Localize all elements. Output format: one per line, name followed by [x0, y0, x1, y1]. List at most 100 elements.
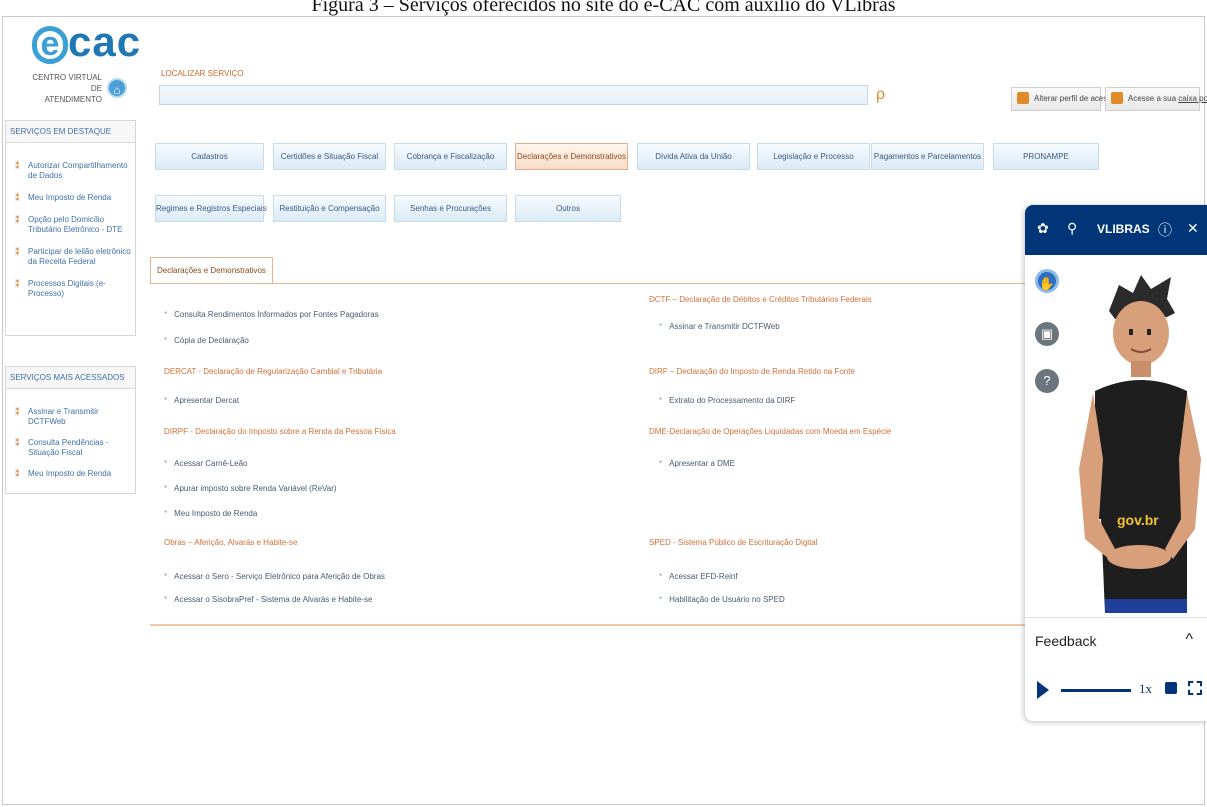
category-pagamentos[interactable]: Pagamentos e Parcelamentos [871, 143, 984, 170]
service-bullet-icon: ⁑ [15, 247, 20, 257]
sidebar-item[interactable]: ⁑ Consulta Pendências - Situação Fiscal [6, 438, 135, 458]
service-link[interactable]: * Apresentar a DME [659, 459, 735, 468]
sidebar-item[interactable]: ⁑ Participar de leilão eletrônico da Rece… [6, 247, 135, 267]
close-icon[interactable]: ✕ [1187, 220, 1199, 237]
category-certidoes[interactable]: Certidões e Situação Fiscal [273, 143, 386, 170]
sign-language-avatar [1079, 275, 1201, 613]
vlibras-widget: ✿ ⚲ VLIBRAS ⓘ ✕ ✋ ▣ ? gov.br Feedback ^ … [1025, 205, 1207, 721]
sidebar-item-label: Meu Imposto de Renda [28, 193, 112, 202]
sidebar-highlighted-services: SERVIÇOS EM DESTAQUE ⁑ Autorizar Comparti… [5, 120, 136, 336]
service-link-label: Meu Imposto de Renda [174, 509, 258, 518]
service-link-label: Assinar e Transmitir DCTFWeb [669, 322, 780, 331]
link-bullet-icon: * [659, 572, 663, 581]
dictionary-icon[interactable]: ▣ [1035, 322, 1059, 346]
service-link[interactable]: * Meu Imposto de Renda [164, 509, 257, 518]
tab-declaracoes[interactable]: Declarações e Demonstrativos [150, 257, 273, 284]
fullscreen-icon[interactable] [1188, 681, 1202, 695]
service-link-label: Cópia de Declaração [174, 336, 249, 345]
avatar-neck [1131, 361, 1151, 377]
sidebar-item[interactable]: ⁑ Opção pelo Domicílio Tributário Eletrôn… [6, 215, 135, 235]
vlibras-player: 1x [1025, 663, 1207, 721]
category-regimes[interactable]: Regimes e Registros Especiais [155, 195, 267, 222]
category-pronampe[interactable]: PRONAMPE [993, 143, 1099, 170]
sidebar-item[interactable]: ⁑ Autorizar Compartilhamento de Dados [6, 161, 135, 181]
progress-track[interactable] [1061, 689, 1131, 692]
logo-subtitle: CENTRO VIRTUAL DE ATENDIMENTO [32, 72, 102, 105]
feedback-bar[interactable]: Feedback ^ [1025, 617, 1207, 663]
service-link[interactable]: * Acessar EFD-Reinf [659, 572, 738, 581]
info-icon[interactable]: ⓘ [1158, 220, 1172, 240]
category-legislacao[interactable]: Legislação e Processo [757, 143, 870, 170]
sidebar-item-label: Processos Digitais (e-Processo) [28, 279, 106, 298]
service-link[interactable]: * Apurar imposto sobre Renda Variável (Re… [164, 484, 337, 493]
section-title-dme: DME-Declaração de Operações Liquidadas c… [649, 427, 892, 436]
service-link[interactable]: * Cópia de Declaração [164, 336, 249, 345]
avatar-hands [1107, 545, 1171, 569]
sidebar-item-label: Opção pelo Domicílio Tributário Eletrôni… [28, 215, 123, 234]
sidebar-item-label: Meu Imposto de Renda [28, 469, 112, 478]
sidebar-item[interactable]: ⁑ Meu Imposto de Renda [6, 469, 135, 479]
hand-sign-icon[interactable]: ✋ [1035, 269, 1059, 293]
link-bullet-icon: * [164, 595, 168, 604]
category-cadastros[interactable]: Cadastros [155, 143, 264, 170]
link-bullet-icon: * [164, 396, 168, 405]
link-bullet-icon: * [164, 572, 168, 581]
sidebar-item[interactable]: ⁑ Processos Digitais (e-Processo) [6, 279, 135, 299]
avatar-right-eye [1147, 329, 1151, 335]
sidebar-item-label: Participar de leilão eletrônico da Recei… [28, 247, 131, 266]
help-icon[interactable]: ? [1035, 369, 1059, 393]
link-bullet-icon: * [164, 509, 168, 518]
service-bullet-icon: ⁑ [15, 193, 20, 203]
sidebar-most-accessed: SERVIÇOS MAIS ACESSADOS ⁑ Assinar e Trans… [5, 366, 136, 494]
service-link[interactable]: * Extrato do Processamento da DIRF [659, 396, 795, 405]
ecac-logo[interactable]: e cac CENTRO VIRTUAL DE ATENDIMENTO ⌂ [32, 18, 140, 106]
category-restituicao[interactable]: Restituição e Compensação [273, 195, 386, 222]
search-input[interactable] [159, 85, 868, 105]
play-icon[interactable] [1037, 681, 1049, 699]
service-link-label: Extrato do Processamento da DIRF [669, 396, 796, 405]
link-bullet-icon: * [659, 396, 663, 405]
speed-toggle[interactable]: 1x [1139, 681, 1152, 697]
service-link[interactable]: * Acessar o SisobraPref - Sistema de Alva… [164, 595, 372, 604]
service-bullet-icon: ⁑ [15, 438, 20, 448]
service-link[interactable]: * Habilitação de Usuário no SPED [659, 595, 785, 604]
change-profile-button[interactable]: Alterar perfil de acesso [1011, 87, 1116, 111]
vlibras-title: VLIBRAS [1097, 222, 1150, 236]
link-bullet-icon: * [659, 459, 663, 468]
service-link-label: Acessar o Sero - Serviço Eletrônico para… [174, 572, 385, 581]
service-link[interactable]: * Consulta Rendimentos Informados por Fon… [164, 310, 379, 319]
link-bullet-icon: * [659, 322, 663, 331]
mailbox-button[interactable]: Acesse a sua caixa postal [1105, 87, 1207, 111]
section-title-dirf: DIRF – Declaração do Imposto de Renda Re… [649, 367, 855, 376]
user-profile-icon [1017, 92, 1029, 104]
category-cobranca[interactable]: Cobrança e Fiscalização [394, 143, 507, 170]
link-bullet-icon: * [164, 459, 168, 468]
settings-gear-icon[interactable]: ✿ [1037, 220, 1049, 237]
mailbox-icon [1111, 92, 1123, 104]
chevron-up-icon[interactable]: ^ [1185, 631, 1193, 649]
service-link[interactable]: * Apresentar Dercat [164, 396, 239, 405]
subtitles-icon[interactable] [1165, 682, 1177, 694]
service-link[interactable]: * Acessar Carnê-Leão [164, 459, 248, 468]
mailbox-link[interactable]: caixa postal [1178, 94, 1207, 103]
sidebar-item[interactable]: ⁑ Meu Imposto de Renda [6, 193, 135, 203]
service-link-label: Acessar EFD-Reinf [669, 572, 738, 581]
home-icon[interactable]: ⌂ [107, 78, 127, 98]
category-declaracoes[interactable]: Declarações e Demonstrativos [515, 143, 628, 170]
section-title-dctf: DCTF – Declaração de Débitos e Créditos … [649, 295, 872, 304]
service-link[interactable]: * Acessar o Sero - Serviço Eletrônico par… [164, 572, 385, 581]
avatar-belt [1105, 599, 1187, 613]
link-bullet-icon: * [164, 484, 168, 493]
service-link[interactable]: * Assinar e Transmitir DCTFWeb [659, 322, 780, 331]
figure-caption: Figura 3 – Serviços oferecidos no site d… [311, 0, 896, 16]
service-link-label: Apresentar a DME [669, 459, 735, 468]
sidebar-item[interactable]: ⁑ Assinar e Transmitir DCTFWeb [6, 407, 135, 427]
category-divida-ativa[interactable]: Dívida Ativa da União [637, 143, 750, 170]
vlibras-search-icon[interactable]: ⚲ [1067, 220, 1077, 237]
category-senhas[interactable]: Senhas e Procurações [394, 195, 507, 222]
service-bullet-icon: ⁑ [15, 469, 20, 479]
category-outros[interactable]: Outros [515, 195, 621, 222]
search-icon[interactable]: ρ [876, 86, 885, 104]
avatar-shirt [1095, 380, 1187, 613]
service-link-label: Acessar o SisobraPref - Sistema de Alvar… [174, 595, 373, 604]
